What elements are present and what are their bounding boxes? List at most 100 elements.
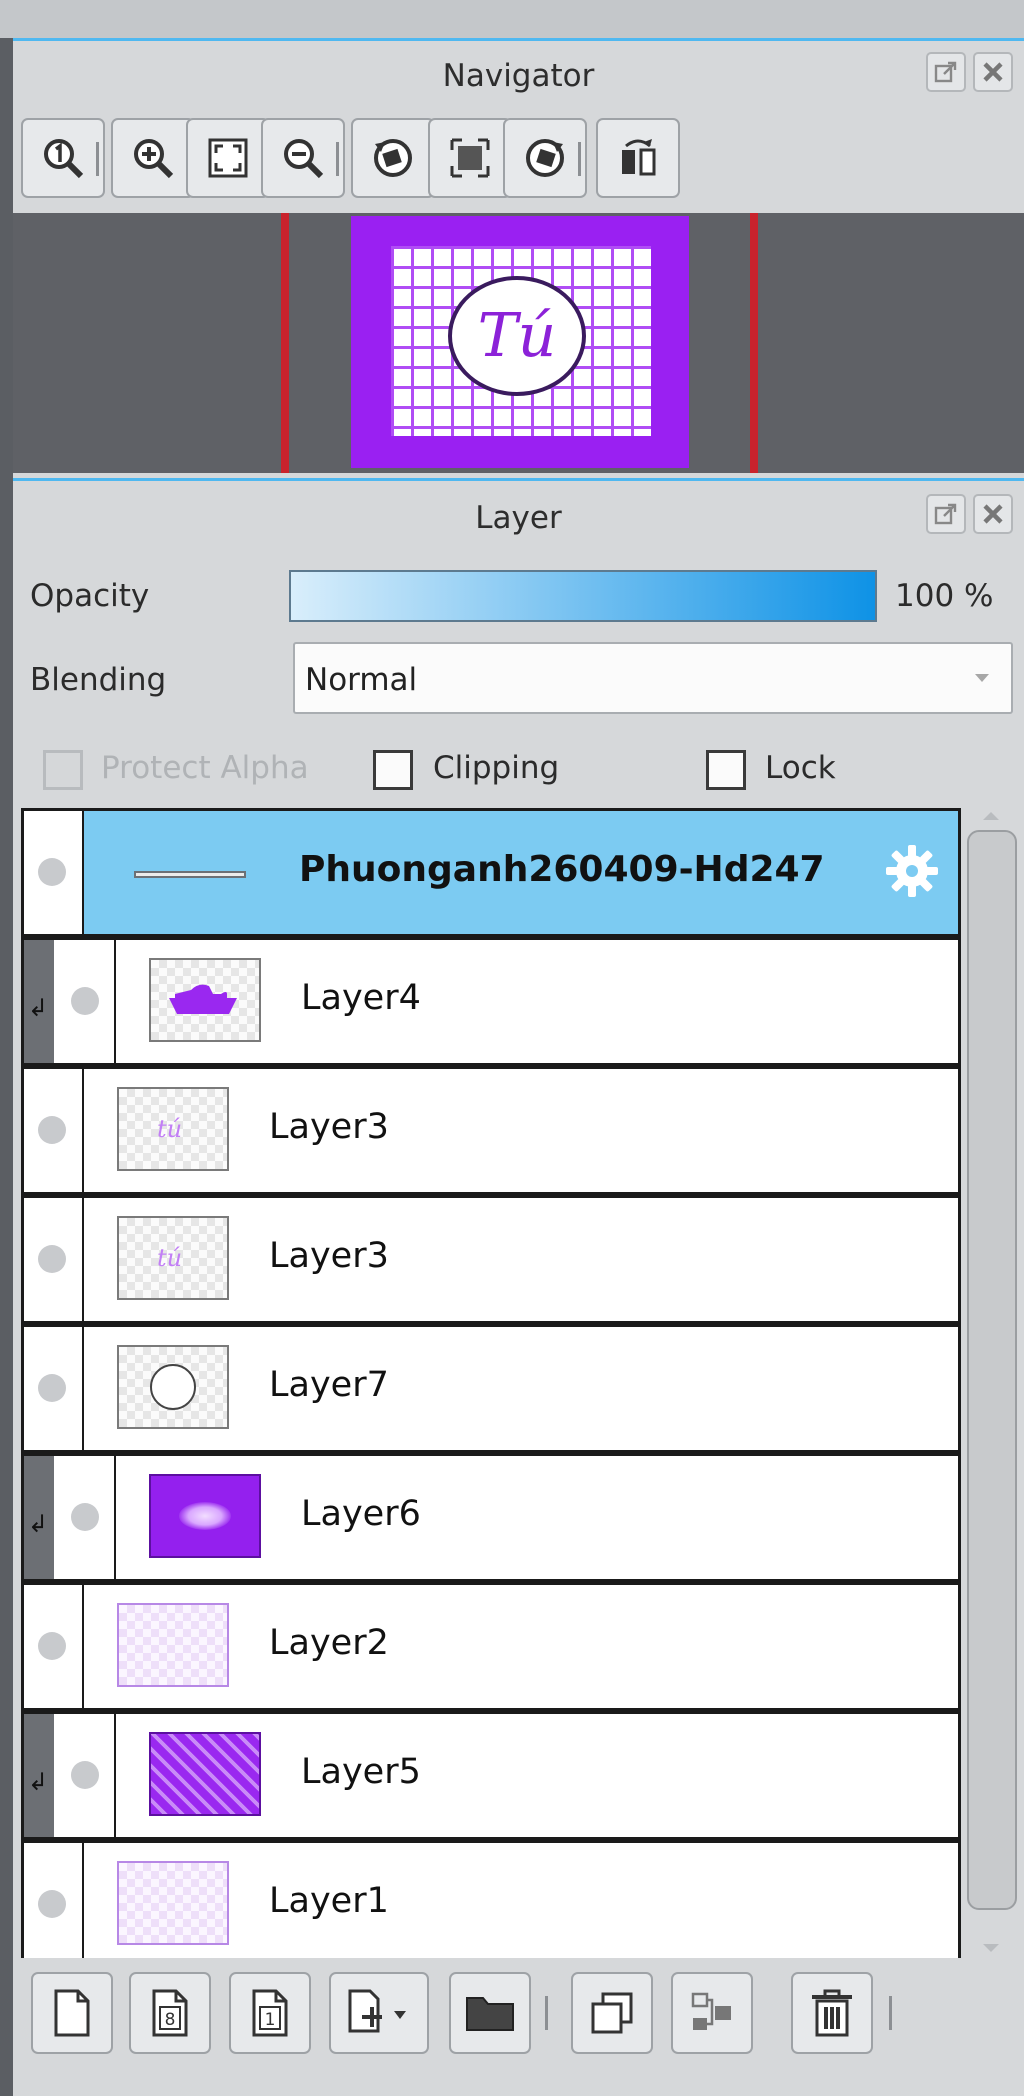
visibility-toggle-icon[interactable] (71, 1761, 99, 1789)
layer-name: Layer7 (269, 1365, 389, 1405)
layer-thumbnail (117, 1603, 229, 1687)
opacity-slider[interactable] (289, 570, 877, 622)
fit-window-button[interactable] (186, 118, 270, 198)
layer-name: Layer3 (269, 1107, 389, 1147)
folder-collapsed-icon (134, 871, 246, 878)
rotate-right-button[interactable] (503, 118, 587, 198)
layer-name: Layer3 (269, 1236, 389, 1276)
add-layer-menu-button[interactable] (329, 1972, 429, 2054)
blending-select[interactable]: Normal (293, 642, 1013, 714)
rotate-left-button[interactable] (351, 118, 435, 198)
visibility-cell (54, 1714, 116, 1837)
close-button[interactable] (973, 52, 1013, 92)
zoom-actual-button[interactable] (21, 118, 105, 198)
visibility-cell (24, 1843, 84, 1958)
protect-alpha-label: Protect Alpha (101, 750, 309, 786)
visibility-toggle-icon[interactable] (71, 987, 99, 1015)
merge-down-icon (687, 1988, 737, 2038)
layer-row[interactable]: Layer2 (21, 1582, 961, 1711)
layer-title: Layer (475, 500, 562, 536)
text-glyph-icon: tú (157, 1244, 183, 1272)
glow-shape-icon (179, 1502, 231, 1530)
merge-down-button[interactable] (671, 1972, 753, 2054)
panel-accent-line (13, 38, 1024, 41)
toolbar-separator (336, 142, 339, 176)
layer-folder-row[interactable]: Phuonganh260409-Hd247 (21, 808, 961, 937)
gear-icon[interactable] (882, 841, 942, 905)
clipping-indicator: ↲ (24, 1456, 54, 1579)
layer-thumbnail (149, 1732, 261, 1816)
layer-row[interactable]: tú Layer3 (21, 1066, 961, 1195)
protect-alpha-checkbox[interactable] (43, 750, 83, 790)
delete-layer-button[interactable] (791, 1972, 873, 2054)
svg-text:1: 1 (265, 2010, 276, 2030)
blending-label: Blending (30, 662, 167, 698)
panel-accent-line (13, 478, 1024, 481)
layer-row[interactable]: tú Layer3 (21, 1195, 961, 1324)
monogram-circle: Tú (448, 276, 586, 396)
layer-panel: Layer Opacity 100 % Blending Normal Prot… (13, 478, 1024, 2096)
duplicate-layer-button[interactable] (571, 1972, 653, 2054)
clip-arrow-icon: ↲ (28, 994, 49, 1022)
scroll-thumb[interactable] (967, 830, 1017, 1910)
zoom-out-button[interactable] (261, 118, 345, 198)
new-layer-button[interactable] (31, 1972, 113, 2054)
close-icon (983, 504, 1003, 524)
layer-name: Phuonganh260409-Hd247 (299, 849, 825, 890)
close-icon (983, 62, 1003, 82)
layer-name: Layer6 (301, 1494, 421, 1534)
layer-row[interactable]: Layer1 (21, 1840, 961, 1958)
visibility-toggle-icon[interactable] (38, 1116, 66, 1144)
undock-button[interactable] (926, 52, 966, 92)
duplicate-icon (587, 1988, 637, 2038)
layer-row[interactable]: ↲ Layer4 (21, 937, 961, 1066)
lock-checkbox[interactable] (706, 750, 746, 790)
visibility-cell (24, 1327, 84, 1450)
opacity-value: 100 % (895, 578, 994, 614)
rotate-left-icon (369, 134, 417, 182)
opacity-label: Opacity (30, 578, 150, 614)
new-1bit-layer-button[interactable]: 1 (229, 1972, 311, 2054)
layer-thumbnail (149, 1474, 261, 1558)
scroll-up-arrow-icon[interactable] (983, 812, 999, 820)
scroll-down-arrow-icon[interactable] (983, 1944, 999, 1952)
circle-shape-icon (150, 1364, 196, 1410)
visibility-cell (24, 1198, 84, 1321)
layer-row[interactable]: ↲ Layer6 (21, 1453, 961, 1582)
monogram-text: Tú (477, 301, 557, 371)
visibility-toggle-icon[interactable] (38, 1245, 66, 1273)
close-button[interactable] (973, 494, 1013, 534)
new-folder-button[interactable] (449, 1972, 531, 2054)
layer-thumbnail (117, 1861, 229, 1945)
lock-label: Lock (765, 750, 836, 786)
zoom-actual-icon (39, 134, 87, 182)
visibility-toggle-icon[interactable] (71, 1503, 99, 1531)
reset-view-button[interactable] (428, 118, 512, 198)
layer-row[interactable]: ↲ Layer5 (21, 1711, 961, 1840)
blending-value: Normal (305, 662, 418, 698)
clipping-indicator: ↲ (24, 1714, 54, 1837)
layer-list: Phuonganh260409-Hd247 ↲ Layer4 tú Layer3 tú La… (21, 808, 961, 1958)
new-page-icon (50, 1987, 94, 2039)
toolbar-separator (578, 142, 581, 176)
visibility-toggle-icon[interactable] (38, 1374, 66, 1402)
clipping-checkbox[interactable] (373, 750, 413, 790)
visibility-cell (54, 940, 116, 1063)
visibility-cell (24, 811, 84, 934)
layer-scrollbar[interactable] (963, 808, 1021, 1958)
flip-horizontal-button[interactable] (596, 118, 680, 198)
trash-icon (808, 1987, 856, 2039)
clip-arrow-icon: ↲ (28, 1510, 49, 1538)
clipping-indicator: ↲ (24, 940, 54, 1063)
visibility-toggle-icon[interactable] (38, 1632, 66, 1660)
undock-button[interactable] (926, 494, 966, 534)
visibility-toggle-icon[interactable] (38, 1890, 66, 1918)
boat-icon (169, 984, 237, 1014)
new-8bit-layer-button[interactable]: 8 (129, 1972, 211, 2054)
layer-row[interactable]: Layer7 (21, 1324, 961, 1453)
visibility-toggle-icon[interactable] (38, 858, 66, 886)
new-8bit-layer-icon: 8 (148, 1987, 192, 2039)
zoom-in-button[interactable] (111, 118, 195, 198)
navigator-preview[interactable]: Tú (13, 213, 1024, 473)
navigator-panel: Navigator Tú (13, 38, 1024, 478)
